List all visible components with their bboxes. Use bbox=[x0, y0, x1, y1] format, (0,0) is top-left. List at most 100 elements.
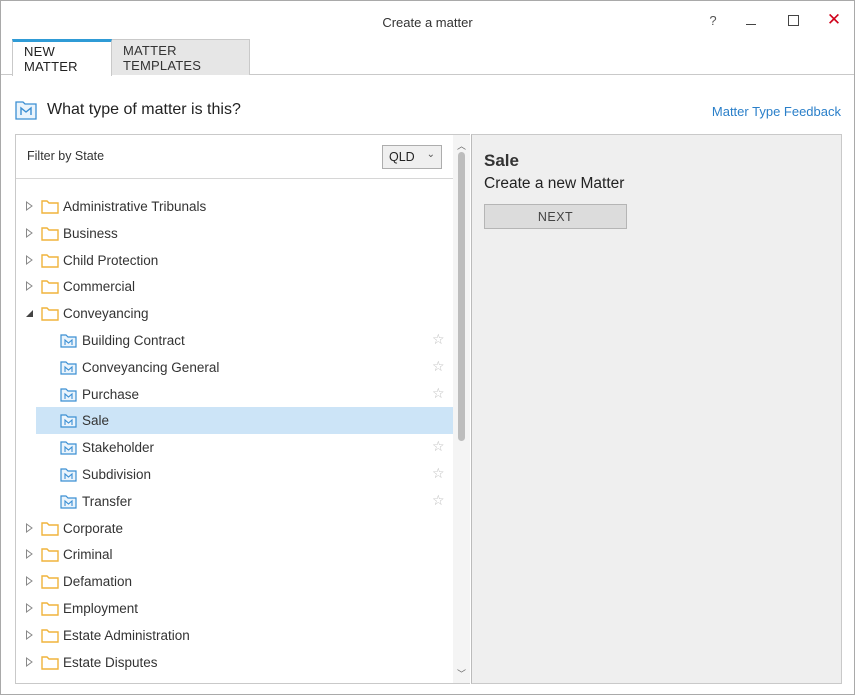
state-select[interactable]: QLD ⌄ bbox=[382, 145, 442, 169]
tree-child-item[interactable]: Transfer ☆ bbox=[16, 488, 453, 515]
tree-item-label: Business bbox=[63, 225, 118, 241]
tree-item-label: Conveyancing bbox=[63, 306, 149, 322]
help-button[interactable]: ? bbox=[699, 9, 727, 31]
tree-child-item-selected[interactable]: Sale bbox=[36, 407, 453, 435]
tree-item[interactable]: Estate Administration bbox=[16, 622, 453, 649]
tree-item-label: Commercial bbox=[63, 279, 136, 295]
matter-type-feedback-link[interactable]: Matter Type Feedback bbox=[712, 104, 841, 119]
scroll-up-arrow-icon[interactable]: ︿ bbox=[457, 139, 466, 152]
favorite-star-icon[interactable]: ☆ bbox=[432, 465, 445, 482]
tree-child-item-label: Subdivision bbox=[82, 466, 152, 482]
tree-child-item-label: Building Contract bbox=[82, 332, 185, 348]
tree-item[interactable]: Employment bbox=[16, 595, 453, 622]
folder-icon bbox=[41, 629, 59, 643]
collapsed-arrow-icon[interactable] bbox=[25, 281, 33, 292]
matter-icon bbox=[60, 468, 77, 482]
close-button[interactable]: ✕ bbox=[820, 9, 848, 31]
tab-strip: NEW MATTER MATTER TEMPLATES bbox=[12, 39, 250, 76]
minimize-icon bbox=[746, 23, 756, 25]
tree-item[interactable]: Criminal bbox=[16, 541, 453, 568]
tree-child-item-label: Sale bbox=[82, 413, 110, 429]
matter-type-panel: Filter by State QLD ⌄ Administrative Tri… bbox=[15, 134, 470, 684]
page-title: What type of matter is this? bbox=[47, 101, 241, 118]
favorite-star-icon[interactable]: ☆ bbox=[432, 385, 445, 402]
tree-item[interactable]: Administrative Tribunals bbox=[16, 193, 453, 220]
tree-item-label: Criminal bbox=[63, 547, 113, 563]
state-select-value: QLD bbox=[389, 150, 415, 164]
maximize-button[interactable] bbox=[779, 9, 807, 31]
matter-icon bbox=[60, 361, 77, 375]
tree-item[interactable]: Business bbox=[16, 220, 453, 247]
collapsed-arrow-icon[interactable] bbox=[25, 576, 33, 587]
tree-child-item[interactable]: Stakeholder ☆ bbox=[16, 434, 453, 461]
collapsed-arrow-icon[interactable] bbox=[25, 522, 33, 533]
tree-child-item-label: Purchase bbox=[82, 386, 140, 402]
tree-item-label: Employment bbox=[63, 600, 139, 616]
favorite-star-icon[interactable]: ☆ bbox=[432, 438, 445, 455]
collapsed-arrow-icon[interactable] bbox=[25, 549, 33, 560]
tab-new-matter[interactable]: NEW MATTER bbox=[12, 39, 112, 76]
folder-icon bbox=[41, 548, 59, 563]
minimize-button[interactable] bbox=[737, 9, 765, 31]
tree-item[interactable]: Corporate bbox=[16, 515, 453, 542]
collapsed-arrow-icon[interactable] bbox=[25, 227, 33, 238]
matter-icon bbox=[60, 414, 77, 428]
tree-child-item[interactable]: Subdivision ☆ bbox=[16, 461, 453, 488]
tree-child-item-label: Conveyancing General bbox=[82, 359, 220, 375]
create-matter-window: Create a matter ? ✕ NEW MATTER MATTER TE… bbox=[0, 0, 855, 695]
folder-icon bbox=[41, 227, 59, 241]
folder-icon bbox=[41, 602, 59, 616]
collapsed-arrow-icon[interactable] bbox=[25, 201, 33, 211]
matter-icon bbox=[60, 334, 77, 348]
tree-item[interactable]: Defamation bbox=[16, 568, 453, 595]
tree-item[interactable]: Conveyancing bbox=[16, 300, 453, 327]
matter-icon bbox=[60, 495, 77, 509]
scroll-thumb[interactable] bbox=[458, 152, 465, 441]
collapsed-arrow-icon[interactable] bbox=[25, 656, 33, 667]
folder-icon bbox=[41, 280, 59, 295]
tree-item-label: Estate Administration bbox=[63, 627, 190, 643]
collapsed-arrow-icon[interactable] bbox=[25, 629, 33, 640]
chevron-down-icon: ⌄ bbox=[426, 149, 435, 160]
tree-item-label: Administrative Tribunals bbox=[63, 199, 207, 214]
next-button[interactable]: NEXT bbox=[484, 204, 627, 229]
tree-child-item[interactable]: Conveyancing General ☆ bbox=[16, 354, 453, 381]
folder-icon bbox=[41, 200, 59, 214]
tree-child-item[interactable]: Building Contract ☆ bbox=[16, 327, 453, 354]
matter-icon bbox=[60, 441, 77, 455]
tree-item-label: Defamation bbox=[63, 574, 133, 590]
favorite-star-icon[interactable]: ☆ bbox=[432, 358, 445, 375]
folder-icon bbox=[41, 575, 59, 589]
matter-icon bbox=[60, 387, 77, 402]
selected-matter-title: Sale bbox=[484, 151, 519, 170]
matter-type-icon bbox=[15, 101, 37, 120]
matter-detail-panel: Sale Create a new Matter NEXT bbox=[471, 134, 842, 684]
collapsed-arrow-icon[interactable] bbox=[25, 254, 33, 265]
filter-bar: Filter by State QLD ⌄ bbox=[16, 135, 453, 179]
folder-icon bbox=[41, 655, 59, 670]
tab-matter-templates[interactable]: MATTER TEMPLATES bbox=[112, 39, 250, 75]
favorite-star-icon[interactable]: ☆ bbox=[432, 492, 445, 509]
folder-icon bbox=[41, 253, 59, 268]
folder-icon bbox=[41, 521, 59, 536]
scroll-down-arrow-icon[interactable]: ﹀ bbox=[457, 667, 466, 680]
filter-label: Filter by State bbox=[27, 149, 105, 163]
tree-child-item-label: Transfer bbox=[82, 493, 132, 509]
title-bar: Create a matter ? ✕ bbox=[1, 1, 854, 37]
tree-item[interactable]: Child Protection bbox=[16, 247, 453, 274]
favorite-star-icon[interactable]: ☆ bbox=[432, 331, 445, 348]
tree-item[interactable]: Estate Disputes bbox=[16, 649, 453, 676]
tree-item[interactable]: Commercial bbox=[16, 273, 453, 300]
tree-item-label: Child Protection bbox=[63, 252, 159, 268]
expanded-arrow-icon[interactable] bbox=[25, 308, 33, 318]
maximize-icon bbox=[787, 14, 799, 26]
collapsed-arrow-icon[interactable] bbox=[25, 602, 33, 613]
matter-type-tree: Administrative Tribunals Business Child Pr… bbox=[16, 193, 453, 675]
tree-child-item[interactable]: Purchase ☆ bbox=[16, 381, 453, 408]
selected-matter-subtitle: Create a new Matter bbox=[484, 175, 625, 192]
folder-icon bbox=[41, 307, 59, 321]
tree-item-label: Estate Disputes bbox=[63, 654, 158, 670]
tree-item-label: Corporate bbox=[63, 520, 124, 536]
tree-child-item-label: Stakeholder bbox=[82, 440, 155, 456]
tree-scrollbar[interactable]: ︿ ﹀ bbox=[453, 135, 470, 683]
